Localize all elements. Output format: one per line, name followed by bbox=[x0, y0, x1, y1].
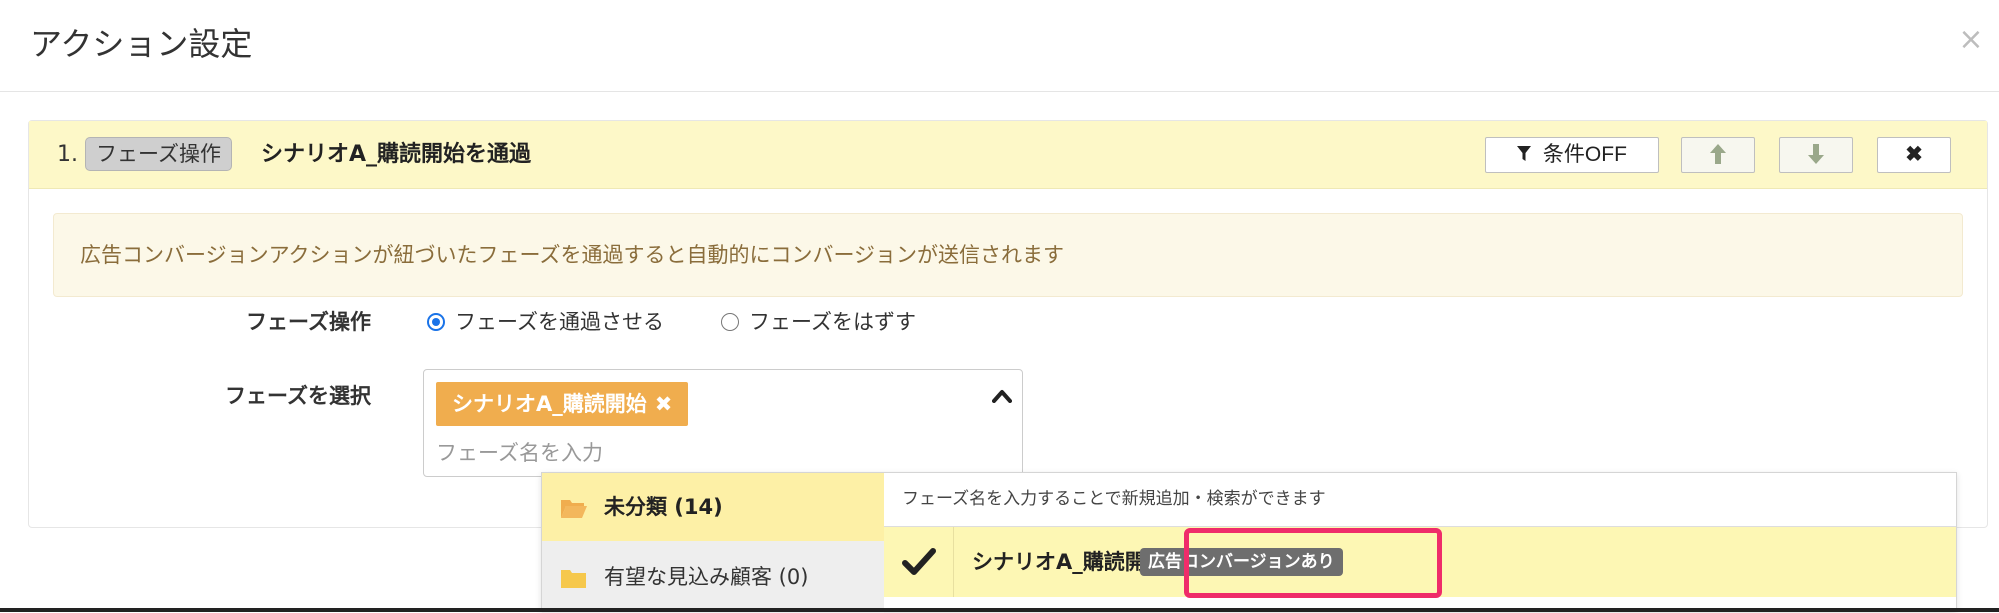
radio-pass-phase[interactable]: フェーズを通過させる bbox=[427, 307, 707, 337]
folder-item-label: 未分類 (14) bbox=[604, 495, 723, 519]
radio-remove-phase-control[interactable] bbox=[721, 313, 739, 331]
delete-icon: ✖ bbox=[1905, 143, 1923, 166]
conversion-notice: 広告コンバージョンアクションが紐づいたフェーズを通過すると自動的にコンバージョン… bbox=[53, 213, 1963, 297]
modal-header: アクション設定 × bbox=[0, 0, 1999, 92]
close-icon[interactable]: × bbox=[1956, 20, 1986, 60]
arrow-up-icon bbox=[1710, 143, 1726, 166]
folder-item-prospects[interactable]: 有望な見込み顧客 (0) bbox=[542, 543, 884, 611]
option-check-cell bbox=[884, 527, 954, 597]
move-up-button[interactable] bbox=[1681, 137, 1755, 173]
modal-title: アクション設定 bbox=[30, 25, 253, 63]
check-icon bbox=[902, 545, 936, 579]
phase-option-label: シナリオA_購読開始 bbox=[972, 550, 1167, 574]
folder-column: 未分類 (14) 有望な見込み顧客 (0) bbox=[542, 473, 884, 613]
phase-option-row[interactable]: シナリオA_購読開始 広告コンバージョンあり bbox=[884, 527, 1956, 597]
chevron-up-icon[interactable] bbox=[990, 384, 1014, 408]
radio-pass-phase-control[interactable] bbox=[427, 313, 445, 331]
dropdown-hint-row: フェーズ名を入力することで新規追加・検索ができます bbox=[884, 473, 1956, 527]
action-header: 1. フェーズ操作 シナリオA_購読開始を通過 条件OFF ✖ bbox=[29, 121, 1987, 189]
dropdown-hint-text: フェーズ名を入力することで新規追加・検索ができます bbox=[902, 489, 1326, 509]
action-index: 1. bbox=[57, 142, 78, 167]
condition-toggle-label: 条件OFF bbox=[1542, 143, 1627, 166]
radio-pass-phase-label: フェーズを通過させる bbox=[455, 310, 664, 334]
condition-toggle-button[interactable]: 条件OFF bbox=[1485, 137, 1659, 173]
action-title: シナリオA_購読開始を通過 bbox=[261, 142, 532, 167]
conversion-badge: 広告コンバージョンあり bbox=[1140, 548, 1343, 576]
folder-item-uncategorized[interactable]: 未分類 (14) bbox=[542, 473, 884, 541]
chip-remove-icon[interactable]: ✖ bbox=[655, 392, 673, 416]
bottom-divider bbox=[0, 608, 1999, 612]
radio-remove-phase[interactable]: フェーズをはずす bbox=[721, 307, 981, 337]
action-type-tag: フェーズ操作 bbox=[85, 137, 232, 171]
selected-phase-chip-label: シナリオA_購読開始 bbox=[452, 392, 647, 416]
folder-item-label: 有望な見込み顧客 (0) bbox=[604, 565, 809, 589]
radio-remove-phase-label: フェーズをはずす bbox=[749, 310, 916, 334]
selected-phase-chip: シナリオA_購読開始 ✖ bbox=[436, 382, 689, 426]
move-down-button[interactable] bbox=[1779, 137, 1853, 173]
phase-operation-label: フェーズ操作 bbox=[246, 310, 371, 334]
filter-icon bbox=[1517, 143, 1537, 166]
folder-open-icon bbox=[560, 497, 588, 519]
notice-text: 広告コンバージョンアクションが紐づいたフェーズを通過すると自動的にコンバージョン… bbox=[80, 243, 1065, 267]
action-panel: 1. フェーズ操作 シナリオA_購読開始を通過 条件OFF ✖ 広告コンバージョ… bbox=[28, 120, 1988, 528]
arrow-down-icon bbox=[1808, 143, 1824, 166]
phase-select-box[interactable]: シナリオA_購読開始 ✖ bbox=[423, 369, 1023, 477]
folder-icon bbox=[560, 567, 588, 589]
phase-name-input[interactable] bbox=[436, 436, 976, 470]
phase-dropdown: 未分類 (14) 有望な見込み顧客 (0) フェーズ名を入力することで新規追加・… bbox=[541, 472, 1957, 613]
phase-select-label: フェーズを選択 bbox=[225, 384, 371, 408]
delete-action-button[interactable]: ✖ bbox=[1877, 137, 1951, 173]
